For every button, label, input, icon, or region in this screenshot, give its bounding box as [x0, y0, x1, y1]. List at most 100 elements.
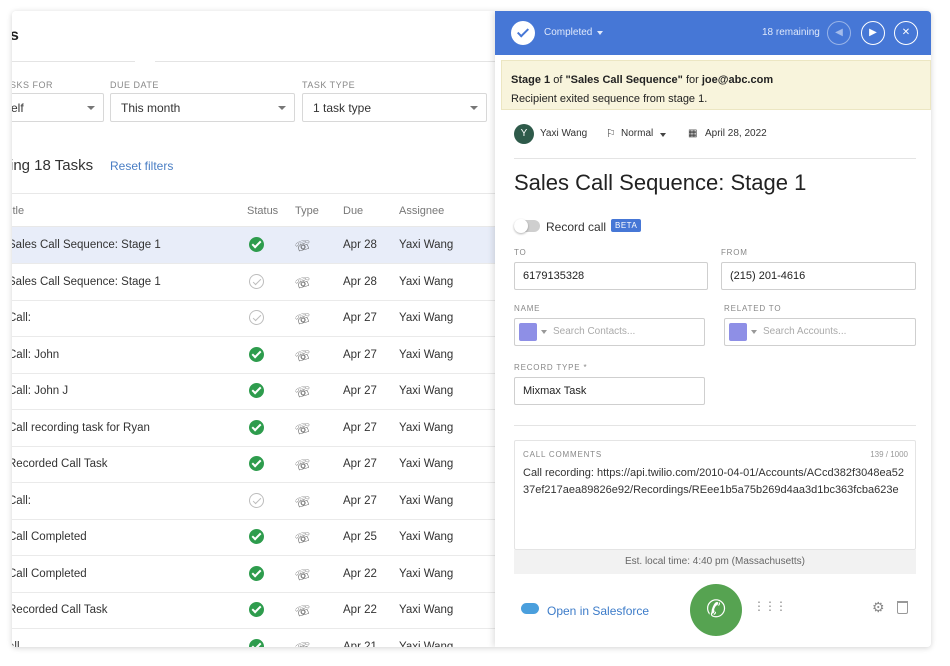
table-row[interactable]: Call: ☏ Apr 27 Yaxi Wang — [12, 300, 495, 337]
notice-stage: Stage 1 — [511, 74, 551, 86]
completed-check-icon[interactable] — [249, 565, 264, 581]
table-row[interactable]: Call Completed ☏ Apr 25 Yaxi Wang — [12, 519, 495, 556]
due-date-cell: Apr 27 — [343, 312, 377, 324]
task-title-cell: Recorded Call Task — [12, 604, 108, 616]
call-comments-label: CALL COMMENTS — [523, 450, 603, 459]
due-date-cell: Apr 27 — [343, 421, 377, 434]
chevron-right-icon: ▶ — [869, 27, 877, 38]
app-window: s SKS FOR elf DUE DATE This month TASK T… — [12, 11, 931, 647]
table-row[interactable]: Call Completed ☏ Apr 22 Yaxi Wang — [12, 556, 495, 593]
completed-check-icon[interactable] — [249, 237, 264, 252]
table-row[interactable]: Call: John ☏ Apr 27 Yaxi Wang — [12, 337, 495, 374]
table-row[interactable]: Call: ☏ Apr 27 Yaxi Wang — [12, 483, 495, 520]
column-status[interactable]: Status — [247, 205, 278, 217]
completed-check-icon[interactable] — [249, 529, 264, 544]
to-field[interactable]: 6179135328 — [514, 262, 708, 290]
assignee-cell: Yaxi Wang — [399, 567, 454, 580]
task-title-cell: Call recording task for Ryan — [12, 421, 150, 434]
completed-check-icon[interactable] — [249, 638, 264, 647]
chevron-down-icon — [751, 330, 757, 334]
flag-icon: ⚐ — [606, 128, 616, 140]
related-label: RELATED TO — [724, 304, 782, 313]
calendar-icon: ▦ — [688, 128, 698, 139]
from-field[interactable]: (215) 201-4616 — [721, 262, 916, 290]
gear-icon[interactable]: ⚙ — [872, 599, 885, 616]
chevron-down-icon — [660, 133, 666, 137]
status-dropdown[interactable]: Completed — [544, 27, 592, 38]
table-header: itle Status Type Due Assignee — [12, 193, 495, 227]
due-date-cell: Apr 21 — [343, 640, 377, 648]
account-search-input[interactable]: Search Accounts... — [724, 318, 916, 346]
task-meta: Y Yaxi Wang ⚐ Normal ▦ April 28, 2022 — [514, 124, 916, 144]
column-type[interactable]: Type — [295, 205, 319, 217]
avatar[interactable]: Y — [514, 124, 534, 144]
notice-sequence: "Sales Call Sequence" — [565, 74, 683, 86]
header-notch — [135, 55, 155, 65]
record-type-field[interactable]: Mixmax Task — [514, 377, 705, 405]
task-title[interactable]: Sales Call Sequence: Stage 1 — [514, 170, 806, 196]
page-title: s — [12, 27, 19, 44]
table-row[interactable]: Recorded Call Task ☏ Apr 22 Yaxi Wang — [12, 592, 495, 629]
previous-task-button[interactable]: ◀ — [827, 21, 851, 45]
table-row[interactable]: Recorded Call Task ☏ Apr 27 Yaxi Wang — [12, 446, 495, 483]
notice-of: of — [553, 74, 563, 86]
incomplete-check-icon[interactable] — [249, 310, 264, 325]
notice-email: joe@abc.com — [701, 74, 774, 86]
dialpad-icon[interactable]: ⋮⋮⋮ — [753, 599, 787, 613]
phone-icon: ☏ — [293, 345, 313, 365]
column-title[interactable]: itle — [12, 205, 24, 217]
completed-check-icon[interactable] — [249, 602, 264, 617]
call-button[interactable]: ✆ — [690, 584, 742, 636]
task-title-cell: Call: — [12, 494, 32, 507]
record-type-label: RECORD TYPE * — [514, 363, 588, 372]
phone-icon: ☏ — [293, 418, 313, 438]
due-date-cell: Apr 27 — [343, 348, 377, 361]
column-due[interactable]: Due — [343, 205, 363, 217]
completed-check-icon[interactable] — [249, 383, 264, 398]
task-detail-panel: Completed 18 remaining ◀ ▶ ✕ Stage 1 of … — [495, 11, 931, 647]
priority-dropdown[interactable]: Normal — [621, 128, 653, 139]
due-date[interactable]: April 28, 2022 — [705, 128, 767, 139]
filter-label-due-date: DUE DATE — [110, 80, 159, 90]
incomplete-check-icon[interactable] — [249, 492, 264, 508]
close-button[interactable]: ✕ — [894, 21, 918, 45]
next-task-button[interactable]: ▶ — [861, 21, 885, 45]
reset-filters-link[interactable]: Reset filters — [110, 159, 173, 173]
table-row[interactable]: Call recording task for Ryan ☏ Apr 27 Yaxi … — [12, 410, 495, 447]
due-date-cell: Apr 28 — [343, 275, 377, 288]
incomplete-check-icon[interactable] — [249, 273, 264, 289]
filter-tasks-for[interactable]: elf — [12, 93, 104, 122]
building-icon — [729, 323, 747, 341]
assignee-cell: Yaxi Wang — [399, 604, 454, 616]
table-row[interactable]: all ☏ Apr 21 Yaxi Wang — [12, 629, 495, 648]
chevron-down-icon — [87, 106, 95, 110]
filter-due-date[interactable]: This month — [110, 93, 295, 122]
record-call-toggle[interactable] — [514, 219, 540, 233]
filter-label-tasks-for: SKS FOR — [12, 80, 54, 90]
phone-icon: ☏ — [293, 272, 313, 292]
local-time: Est. local time: 4:40 pm (Massachusetts) — [514, 550, 916, 574]
chevron-down-icon — [541, 330, 547, 334]
phone-icon: ✆ — [705, 596, 727, 623]
phone-icon: ☏ — [293, 455, 313, 474]
table-row[interactable]: Sales Call Sequence: Stage 1 ☏ Apr 28 Yaxi … — [12, 227, 495, 264]
due-date-cell: Apr 25 — [343, 531, 377, 543]
header-divider — [12, 61, 495, 62]
open-in-salesforce-link[interactable]: Open in Salesforce — [547, 604, 649, 618]
column-assignee[interactable]: Assignee — [399, 205, 444, 217]
completed-check-icon[interactable] — [249, 456, 264, 471]
table-row[interactable]: Call: John J ☏ Apr 27 Yaxi Wang — [12, 373, 495, 410]
assignee-cell: Yaxi Wang — [399, 275, 454, 288]
task-title-cell: Recorded Call Task — [12, 458, 108, 470]
salesforce-cloud-icon — [521, 603, 539, 614]
completed-check-icon[interactable] — [511, 21, 535, 45]
contact-search-input[interactable]: Search Contacts... — [514, 318, 705, 346]
filter-task-type[interactable]: 1 task type — [302, 93, 487, 122]
assignee-name[interactable]: Yaxi Wang — [540, 128, 587, 139]
call-comments-textarea[interactable]: CALL COMMENTS 139 / 1000 Call recording:… — [514, 440, 916, 550]
completed-check-icon[interactable] — [249, 419, 264, 435]
form-divider — [514, 425, 916, 426]
trash-icon[interactable] — [897, 601, 908, 614]
completed-check-icon[interactable] — [249, 346, 264, 362]
table-row[interactable]: Sales Call Sequence: Stage 1 ☏ Apr 28 Yaxi … — [12, 264, 495, 301]
